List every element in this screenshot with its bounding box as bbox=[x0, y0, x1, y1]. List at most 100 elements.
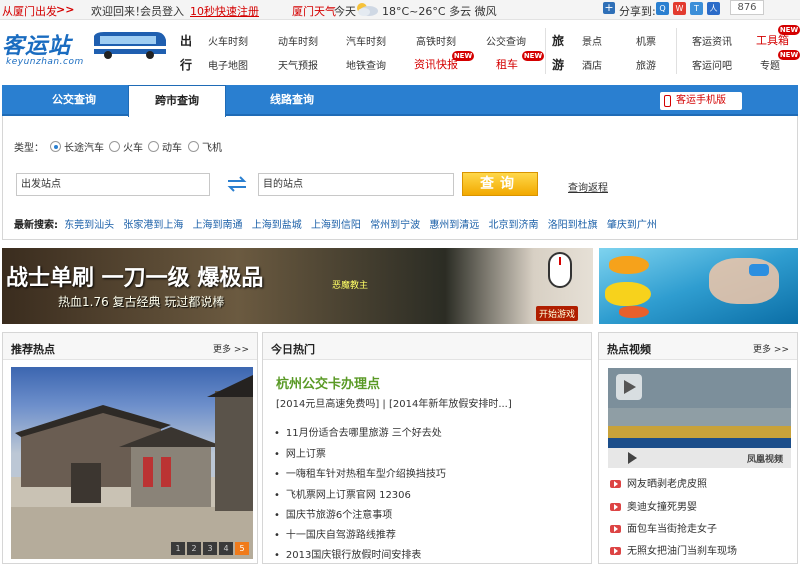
recent-search-link[interactable]: 上海到盐城 bbox=[252, 220, 302, 231]
video-play-icon bbox=[610, 525, 621, 533]
video-list-item[interactable]: 无照女把油门当刹车现场 bbox=[610, 542, 737, 557]
video-list-item[interactable]: 奥迪女撞死男婴 bbox=[610, 498, 697, 513]
site-logo[interactable]: 客运站 keyunzhan.com bbox=[2, 22, 172, 78]
radio-icon bbox=[109, 141, 120, 152]
video-title: 面包车当街抢走女子 bbox=[627, 524, 717, 535]
recent-search-link[interactable]: 东莞到汕头 bbox=[64, 220, 114, 231]
recent-search-link[interactable]: 上海到信阳 bbox=[311, 220, 361, 231]
radio-flight[interactable]: 飞机 bbox=[188, 139, 222, 154]
recent-search-link[interactable]: 常州到宁波 bbox=[370, 220, 420, 231]
nav-weather[interactable]: 天气预报 bbox=[278, 57, 318, 72]
nav-e-map[interactable]: 电子地图 bbox=[208, 57, 248, 72]
nav-flight-tickets[interactable]: 机票 bbox=[636, 33, 656, 48]
nav-tourism[interactable]: 旅游 bbox=[636, 57, 656, 72]
radio-bullet-train[interactable]: 动车 bbox=[148, 139, 182, 154]
tab-route-search[interactable]: 线路查询 bbox=[240, 85, 344, 115]
bus-icon bbox=[94, 32, 166, 59]
radio-coach[interactable]: 长途汽车 bbox=[50, 139, 104, 154]
radio-train-label: 火车 bbox=[123, 143, 143, 154]
news-item[interactable]: 飞机票网上订票官网 12306 bbox=[274, 486, 411, 501]
ocean-ad-banner[interactable] bbox=[599, 248, 798, 324]
today-headline[interactable]: 杭州公交卡办理点 bbox=[276, 373, 380, 392]
renren-share-icon[interactable]: 人 bbox=[707, 2, 720, 15]
weather-detail: 18°C~26°C 多云 微风 bbox=[382, 5, 497, 18]
nav-highspeed-schedule[interactable]: 高铁时刻 bbox=[416, 33, 456, 48]
destination-station-input[interactable]: 目的站点 bbox=[258, 173, 454, 196]
swap-stations-icon[interactable] bbox=[226, 176, 248, 192]
nav-coach-qa[interactable]: 客运问吧 bbox=[692, 57, 732, 72]
pager-page[interactable]: 2 bbox=[187, 542, 201, 555]
qzone-share-icon[interactable]: Q bbox=[656, 2, 669, 15]
video-list-item[interactable]: 面包车当街抢走女子 bbox=[610, 520, 717, 535]
pager-page[interactable]: 1 bbox=[171, 542, 185, 555]
tab-local-transit[interactable]: 公交查询 bbox=[22, 85, 126, 115]
share-count: 876 bbox=[730, 0, 764, 15]
cloudy-weather-icon bbox=[357, 3, 378, 16]
return-trip-link[interactable]: 查询返程 bbox=[568, 179, 608, 194]
weibo-share-icon[interactable]: W bbox=[673, 2, 686, 15]
video-player[interactable]: 凤凰视频 bbox=[608, 368, 791, 468]
more-link[interactable]: 更多 >> bbox=[213, 342, 249, 355]
panel-title: 热点视频 bbox=[607, 343, 651, 356]
video-list-item[interactable]: 网友晒剥老虎皮照 bbox=[610, 475, 707, 490]
nav-car-rental[interactable]: 租车 bbox=[496, 56, 518, 72]
recent-search-link[interactable]: 上海到南通 bbox=[193, 220, 243, 231]
tencent-weibo-share-icon[interactable]: T bbox=[690, 2, 703, 15]
featured-photo[interactable]: 1 2 3 4 5 bbox=[11, 367, 253, 559]
nav-bullet-train-schedule[interactable]: 动车时刻 bbox=[278, 33, 318, 48]
panel-header: 推荐热点 更多 >> bbox=[3, 333, 257, 360]
search-tab-bar: 公交查询 跨市查询 线路查询 客运手机版 bbox=[2, 85, 798, 117]
new-badge: NEW bbox=[778, 50, 800, 60]
radio-train[interactable]: 火车 bbox=[109, 139, 143, 154]
nav-train-schedule[interactable]: 火车时刻 bbox=[208, 33, 248, 48]
news-item[interactable]: 网上订票 bbox=[274, 445, 326, 460]
news-item[interactable]: 十一国庆自驾游路线推荐 bbox=[274, 526, 396, 541]
news-item[interactable]: 国庆节旅游6个注意事项 bbox=[274, 506, 392, 521]
recent-search-link[interactable]: 惠州到清远 bbox=[429, 220, 479, 231]
nav-news-flash[interactable]: 资讯快报 bbox=[414, 56, 458, 72]
recent-search-link[interactable]: 张家港到上海 bbox=[123, 220, 183, 231]
tab-intercity[interactable]: 跨市查询 bbox=[128, 85, 226, 117]
nav-transit-search[interactable]: 公交查询 bbox=[486, 33, 526, 48]
share-label: 分享到: bbox=[619, 5, 656, 18]
nav-hotels[interactable]: 酒店 bbox=[582, 57, 602, 72]
news-item[interactable]: 一嗨租车针对热租车型介绍换挡技巧 bbox=[274, 465, 446, 480]
more-link[interactable]: 更多 >> bbox=[753, 342, 789, 355]
share-plus-icon[interactable]: + bbox=[603, 2, 615, 14]
nav-metro[interactable]: 地铁查询 bbox=[346, 57, 386, 72]
new-badge: NEW bbox=[452, 51, 474, 61]
ad-start-game-button[interactable]: 开始游戏 bbox=[536, 306, 579, 321]
recent-search-link[interactable]: 洛阳到杜旗 bbox=[548, 220, 598, 231]
ad-character-name: 恶魔教主 bbox=[332, 281, 369, 291]
pager-page[interactable]: 4 bbox=[219, 542, 233, 555]
mobile-version-button[interactable]: 客运手机版 bbox=[660, 92, 742, 110]
today-sub-links[interactable]: [2014元旦高速免费吗] | [2014年新年放假安排时...] bbox=[276, 395, 512, 410]
video-brand: 凤凰视频 bbox=[746, 455, 783, 465]
game-ad-banner[interactable]: 战士单刷 一刀一级 爆极品 热血1.76 复古经典 玩过都说棒 恶魔教主 开始游… bbox=[2, 248, 593, 324]
news-item[interactable]: 2013国庆银行放假时间安排表 bbox=[274, 546, 421, 561]
register-link[interactable]: 10秒快速注册 bbox=[190, 3, 259, 19]
search-button[interactable]: 查询 bbox=[462, 172, 538, 196]
panel-title: 今日热门 bbox=[271, 343, 315, 356]
pager-page-active[interactable]: 5 bbox=[235, 542, 249, 555]
radio-flight-label: 飞机 bbox=[202, 143, 222, 154]
departure-station-input[interactable]: 出发站点 bbox=[16, 173, 210, 196]
departure-city-arrows[interactable]: >> bbox=[56, 3, 74, 16]
login-link[interactable]: 会员登入 bbox=[140, 3, 184, 19]
nav-coach-news[interactable]: 客运资讯 bbox=[692, 33, 732, 48]
news-item[interactable]: 11月份适合去哪里旅游 三个好去处 bbox=[274, 424, 442, 439]
departure-city-link[interactable]: 从厦门出发 bbox=[2, 3, 57, 19]
mouse-icon bbox=[548, 252, 572, 288]
nav-scenic-spots[interactable]: 景点 bbox=[582, 33, 602, 48]
weather-city-link[interactable]: 厦门天气 bbox=[292, 3, 336, 19]
recent-search-link[interactable]: 北京到济南 bbox=[489, 220, 539, 231]
recent-searches-label: 最新搜索: bbox=[14, 220, 58, 231]
recent-search-link[interactable]: 肇庆到广州 bbox=[607, 220, 657, 231]
video-title: 网友晒剥老虎皮照 bbox=[627, 479, 707, 490]
nav-topics[interactable]: 专题 bbox=[760, 57, 780, 72]
video-title: 奥迪女撞死男婴 bbox=[627, 502, 697, 513]
pager-page[interactable]: 3 bbox=[203, 542, 217, 555]
nav-bus-schedule[interactable]: 汽车时刻 bbox=[346, 33, 386, 48]
ad-subtitle: 热血1.76 复古经典 玩过都说棒 bbox=[58, 295, 225, 309]
transport-type-label: 类型： bbox=[14, 143, 44, 154]
